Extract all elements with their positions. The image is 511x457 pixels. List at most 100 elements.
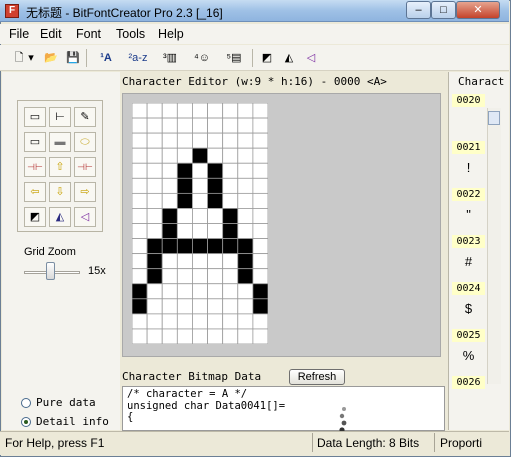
expand-width-tool[interactable]: ⊣⊢: [74, 157, 96, 177]
pixel-off[interactable]: [176, 223, 193, 239]
pixel-off[interactable]: [146, 283, 163, 300]
emoji-icon[interactable]: ⁴☺: [190, 49, 214, 67]
pixel-off[interactable]: [237, 208, 254, 224]
pixel-off[interactable]: [207, 208, 224, 224]
pixel-off[interactable]: [252, 238, 268, 255]
pure-data-radio[interactable]: [21, 398, 31, 408]
pixel-on[interactable]: [237, 268, 254, 285]
pixel-off[interactable]: [176, 283, 193, 300]
pixel-off[interactable]: [192, 298, 208, 315]
pixel-off[interactable]: [146, 147, 163, 164]
pixel-off[interactable]: [176, 117, 193, 134]
pixel-off[interactable]: [146, 192, 163, 209]
shift-down-tool[interactable]: ⇩: [49, 182, 71, 202]
pixel-off[interactable]: [176, 253, 193, 270]
pixel-off[interactable]: [252, 177, 268, 194]
menu-help[interactable]: Help: [158, 27, 184, 41]
char-glyph-0022[interactable]: ": [452, 207, 485, 222]
pixel-off[interactable]: [161, 117, 178, 134]
scrollbar-thumb[interactable]: [488, 111, 500, 125]
menu-font[interactable]: Font: [76, 27, 101, 41]
menu-edit[interactable]: Edit: [40, 27, 62, 41]
pixel-off[interactable]: [192, 162, 208, 179]
open-folder-icon[interactable]: 📂: [42, 49, 60, 67]
pixel-off[interactable]: [146, 208, 163, 224]
pixel-off[interactable]: [237, 313, 254, 330]
pixel-off[interactable]: [222, 192, 239, 209]
pixel-off[interactable]: [237, 283, 254, 300]
filled-rectangle-tool[interactable]: ▬: [49, 132, 71, 152]
title-bar[interactable]: F 无标题 - BitFontCreator Pro 2.3 [_16] – □…: [0, 0, 509, 22]
pixel-on[interactable]: [176, 238, 193, 255]
pixel-off[interactable]: [252, 313, 268, 330]
app-icon[interactable]: F: [5, 4, 19, 18]
pixel-on[interactable]: [161, 208, 178, 224]
eraser-tool[interactable]: ⬭: [74, 132, 96, 152]
pixel-off[interactable]: [132, 268, 148, 285]
pixel-on[interactable]: [161, 223, 178, 239]
pixel-off[interactable]: [146, 162, 163, 179]
pixel-off[interactable]: [207, 223, 224, 239]
import-icon[interactable]: ⁵▤: [222, 49, 246, 67]
pixel-off[interactable]: [146, 177, 163, 194]
pixel-off[interactable]: [237, 103, 254, 119]
shift-right-tool[interactable]: ⇨: [74, 182, 96, 202]
pixel-off[interactable]: [161, 253, 178, 270]
pixel-on[interactable]: [192, 238, 208, 255]
pixel-off[interactable]: [237, 177, 254, 194]
pixel-off[interactable]: [161, 268, 178, 285]
pixel-on[interactable]: [146, 253, 163, 270]
pixel-off[interactable]: [237, 132, 254, 149]
pixel-on[interactable]: [222, 223, 239, 239]
pixel-off[interactable]: [252, 208, 268, 224]
dropdown-arrow-icon[interactable]: ▾: [26, 49, 36, 67]
close-button[interactable]: ✕: [456, 1, 500, 19]
char-glyph-0025[interactable]: %: [452, 348, 485, 363]
pixel-off[interactable]: [222, 298, 239, 315]
pixel-off[interactable]: [161, 103, 178, 119]
pixel-off[interactable]: [222, 268, 239, 285]
mirror-icon[interactable]: ◭: [280, 49, 298, 67]
column-icon[interactable]: ³▥: [158, 49, 182, 67]
pixel-off[interactable]: [207, 298, 224, 315]
pixel-off[interactable]: [222, 328, 239, 344]
pixel-off[interactable]: [237, 328, 254, 344]
zoom-slider-thumb[interactable]: [46, 262, 55, 280]
pixel-off[interactable]: [176, 328, 193, 344]
pixel-on[interactable]: [237, 253, 254, 270]
pixel-off[interactable]: [176, 298, 193, 315]
pixel-off[interactable]: [146, 132, 163, 149]
pixel-on[interactable]: [161, 238, 178, 255]
pixel-on[interactable]: [222, 238, 239, 255]
pixel-off[interactable]: [207, 313, 224, 330]
pixel-off[interactable]: [132, 117, 148, 134]
char-code-0025[interactable]: 0025: [452, 329, 485, 342]
pixel-off[interactable]: [192, 283, 208, 300]
pixel-on[interactable]: [176, 162, 193, 179]
pixel-off[interactable]: [192, 103, 208, 119]
pixel-off[interactable]: [176, 268, 193, 285]
shrink-width-tool[interactable]: ⊣⊢: [24, 157, 46, 177]
pixel-grid[interactable]: [132, 103, 268, 344]
pixel-off[interactable]: [161, 162, 178, 179]
char-code-0020[interactable]: 0020: [452, 94, 485, 107]
pixel-on[interactable]: [132, 298, 148, 315]
char-glyph-0023[interactable]: #: [452, 254, 485, 269]
pixel-on[interactable]: [207, 162, 224, 179]
pixel-off[interactable]: [146, 313, 163, 330]
pixel-off[interactable]: [132, 147, 148, 164]
pixel-off[interactable]: [146, 103, 163, 119]
pixel-off[interactable]: [237, 117, 254, 134]
pixel-on[interactable]: [237, 238, 254, 255]
pixel-off[interactable]: [192, 208, 208, 224]
rotate-tool[interactable]: ◁: [74, 207, 96, 227]
pixel-off[interactable]: [132, 313, 148, 330]
pixel-off[interactable]: [161, 328, 178, 344]
pixel-off[interactable]: [237, 162, 254, 179]
pixel-on[interactable]: [207, 192, 224, 209]
pixel-on[interactable]: [146, 268, 163, 285]
pixel-off[interactable]: [192, 313, 208, 330]
select-rect-tool[interactable]: ▭: [24, 107, 46, 127]
minimize-button[interactable]: –: [406, 1, 431, 19]
pixel-on[interactable]: [252, 298, 268, 315]
